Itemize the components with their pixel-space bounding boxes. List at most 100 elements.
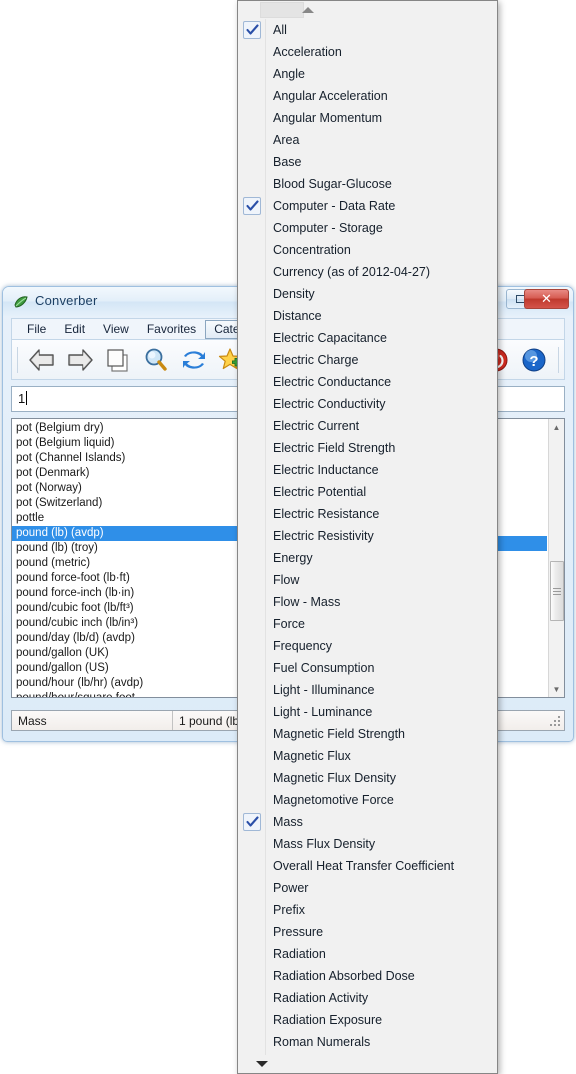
- resize-grip[interactable]: [549, 715, 561, 727]
- back-button[interactable]: [23, 343, 61, 377]
- to-list-scrollbar[interactable]: ▲ ▼: [548, 419, 564, 697]
- help-button[interactable]: ?: [515, 343, 553, 377]
- category-menu-item-label: Energy: [273, 551, 313, 565]
- category-menu-item[interactable]: Flow: [238, 569, 497, 591]
- list-item[interactable]: pound (metric): [12, 556, 268, 571]
- category-menu-item[interactable]: Radiation Absorbed Dose: [238, 965, 497, 987]
- category-menu-item[interactable]: Electric Inductance: [238, 459, 497, 481]
- list-item[interactable]: pot (Norway): [12, 481, 268, 496]
- category-menu-item-label: Radiation Exposure: [273, 1013, 383, 1027]
- category-menu-item[interactable]: All: [238, 19, 497, 41]
- value-input-text: 1: [18, 391, 26, 406]
- category-menu-item[interactable]: Magnetic Flux: [238, 745, 497, 767]
- menu-view[interactable]: View: [94, 320, 138, 339]
- category-menu-item[interactable]: Angular Acceleration: [238, 85, 497, 107]
- list-item[interactable]: pot (Switzerland): [12, 496, 268, 511]
- category-menu-item[interactable]: Angle: [238, 63, 497, 85]
- menu-scroll-down[interactable]: [238, 1055, 497, 1073]
- category-menu-item[interactable]: Blood Sugar-Glucose: [238, 173, 497, 195]
- menu-file[interactable]: File: [18, 320, 55, 339]
- scroll-up-icon[interactable]: ▲: [549, 419, 564, 435]
- category-menu-item[interactable]: Electric Charge: [238, 349, 497, 371]
- category-menu-item[interactable]: Currency (as of 2012-04-27): [238, 261, 497, 283]
- category-menu-item[interactable]: Electric Potential: [238, 481, 497, 503]
- list-item[interactable]: pot (Denmark): [12, 466, 268, 481]
- category-menu-item[interactable]: Electric Current: [238, 415, 497, 437]
- list-item[interactable]: pound force-inch (lb·in): [12, 586, 268, 601]
- category-dropdown-menu[interactable]: All Acceleration Angle Angular Acceleration…: [237, 0, 498, 1074]
- text-caret: [26, 391, 28, 405]
- category-menu-item-label: Prefix: [273, 903, 305, 917]
- category-menu-item[interactable]: Computer - Storage: [238, 217, 497, 239]
- category-menu-item[interactable]: Computer - Data Rate: [238, 195, 497, 217]
- forward-button[interactable]: [61, 343, 99, 377]
- scroll-down-icon[interactable]: ▼: [549, 681, 564, 697]
- category-menu-item[interactable]: Magnetomotive Force: [238, 789, 497, 811]
- category-menu-item[interactable]: Energy: [238, 547, 497, 569]
- category-menu-item[interactable]: Overall Heat Transfer Coefficient: [238, 855, 497, 877]
- category-menu-item[interactable]: Roman Numerals: [238, 1031, 497, 1053]
- menu-scroll-up-highlight: [260, 2, 304, 18]
- list-item[interactable]: pot (Belgium dry): [12, 421, 268, 436]
- category-menu-item[interactable]: Electric Conductance: [238, 371, 497, 393]
- category-menu-item[interactable]: Magnetic Field Strength: [238, 723, 497, 745]
- chevron-down-icon: [255, 1061, 268, 1067]
- category-menu-item[interactable]: Electric Conductivity: [238, 393, 497, 415]
- category-menu-item[interactable]: Light - Illuminance: [238, 679, 497, 701]
- list-item[interactable]: pound/day (lb/d) (avdp): [12, 631, 268, 646]
- list-item[interactable]: pound force-foot (lb·ft): [12, 571, 268, 586]
- close-button[interactable]: ✕: [524, 289, 569, 309]
- category-menu-item[interactable]: Pressure: [238, 921, 497, 943]
- category-menu-item-label: Light - Illuminance: [273, 683, 375, 697]
- category-menu-item[interactable]: Force: [238, 613, 497, 635]
- menu-favorites[interactable]: Favorites: [138, 320, 205, 339]
- category-menu-item[interactable]: Prefix: [238, 899, 497, 921]
- list-item[interactable]: pound/gallon (US): [12, 661, 268, 676]
- list-item[interactable]: pound/hour/square foot: [12, 691, 268, 697]
- category-menu-item[interactable]: Frequency: [238, 635, 497, 657]
- category-menu-item-label: Density: [273, 287, 315, 301]
- category-menu-item[interactable]: Angular Momentum: [238, 107, 497, 129]
- menu-edit[interactable]: Edit: [55, 320, 94, 339]
- list-item[interactable]: pottle: [12, 511, 268, 526]
- copy-button[interactable]: [99, 343, 137, 377]
- list-item[interactable]: pound (lb) (avdp): [12, 526, 268, 541]
- category-menu-item-label: Angular Acceleration: [273, 89, 388, 103]
- close-icon: ✕: [541, 291, 552, 306]
- category-menu-item[interactable]: Electric Capacitance: [238, 327, 497, 349]
- list-item[interactable]: pound/cubic foot (lb/ft³): [12, 601, 268, 616]
- category-menu-item[interactable]: Base: [238, 151, 497, 173]
- menu-scroll-up[interactable]: [238, 1, 497, 19]
- category-menu-item[interactable]: Density: [238, 283, 497, 305]
- category-menu-item[interactable]: Light - Luminance: [238, 701, 497, 723]
- category-menu-item[interactable]: Electric Resistivity: [238, 525, 497, 547]
- category-menu-item[interactable]: Electric Field Strength: [238, 437, 497, 459]
- category-menu-item[interactable]: Radiation Activity: [238, 987, 497, 1009]
- forward-icon: [68, 348, 93, 371]
- list-item[interactable]: pound (lb) (troy): [12, 541, 268, 556]
- category-menu-item-label: Electric Resistivity: [273, 529, 374, 543]
- category-menu-item[interactable]: Magnetic Flux Density: [238, 767, 497, 789]
- scroll-thumb[interactable]: [550, 561, 564, 621]
- category-menu-item-label: Roman Numerals: [273, 1035, 371, 1049]
- category-menu-item[interactable]: Distance: [238, 305, 497, 327]
- category-menu-item[interactable]: Radiation Exposure: [238, 1009, 497, 1031]
- category-menu-item[interactable]: Acceleration: [238, 41, 497, 63]
- category-menu-item[interactable]: Power: [238, 877, 497, 899]
- category-menu-item[interactable]: Fuel Consumption: [238, 657, 497, 679]
- list-item[interactable]: pound/gallon (UK): [12, 646, 268, 661]
- list-item[interactable]: pound/hour (lb/hr) (avdp): [12, 676, 268, 691]
- category-menu-item[interactable]: Concentration: [238, 239, 497, 261]
- category-menu-item[interactable]: Area: [238, 129, 497, 151]
- category-menu-item[interactable]: Flow - Mass: [238, 591, 497, 613]
- list-item[interactable]: pot (Belgium liquid): [12, 436, 268, 451]
- category-menu-item[interactable]: Electric Resistance: [238, 503, 497, 525]
- swap-button[interactable]: [175, 343, 213, 377]
- category-menu-item[interactable]: Mass Flux Density: [238, 833, 497, 855]
- category-menu-item[interactable]: Mass: [238, 811, 497, 833]
- search-button[interactable]: [137, 343, 175, 377]
- category-menu-item[interactable]: Radiation: [238, 943, 497, 965]
- list-item[interactable]: pound/cubic inch (lb/in³): [12, 616, 268, 631]
- category-menu-item-label: Angle: [273, 67, 305, 81]
- list-item[interactable]: pot (Channel Islands): [12, 451, 268, 466]
